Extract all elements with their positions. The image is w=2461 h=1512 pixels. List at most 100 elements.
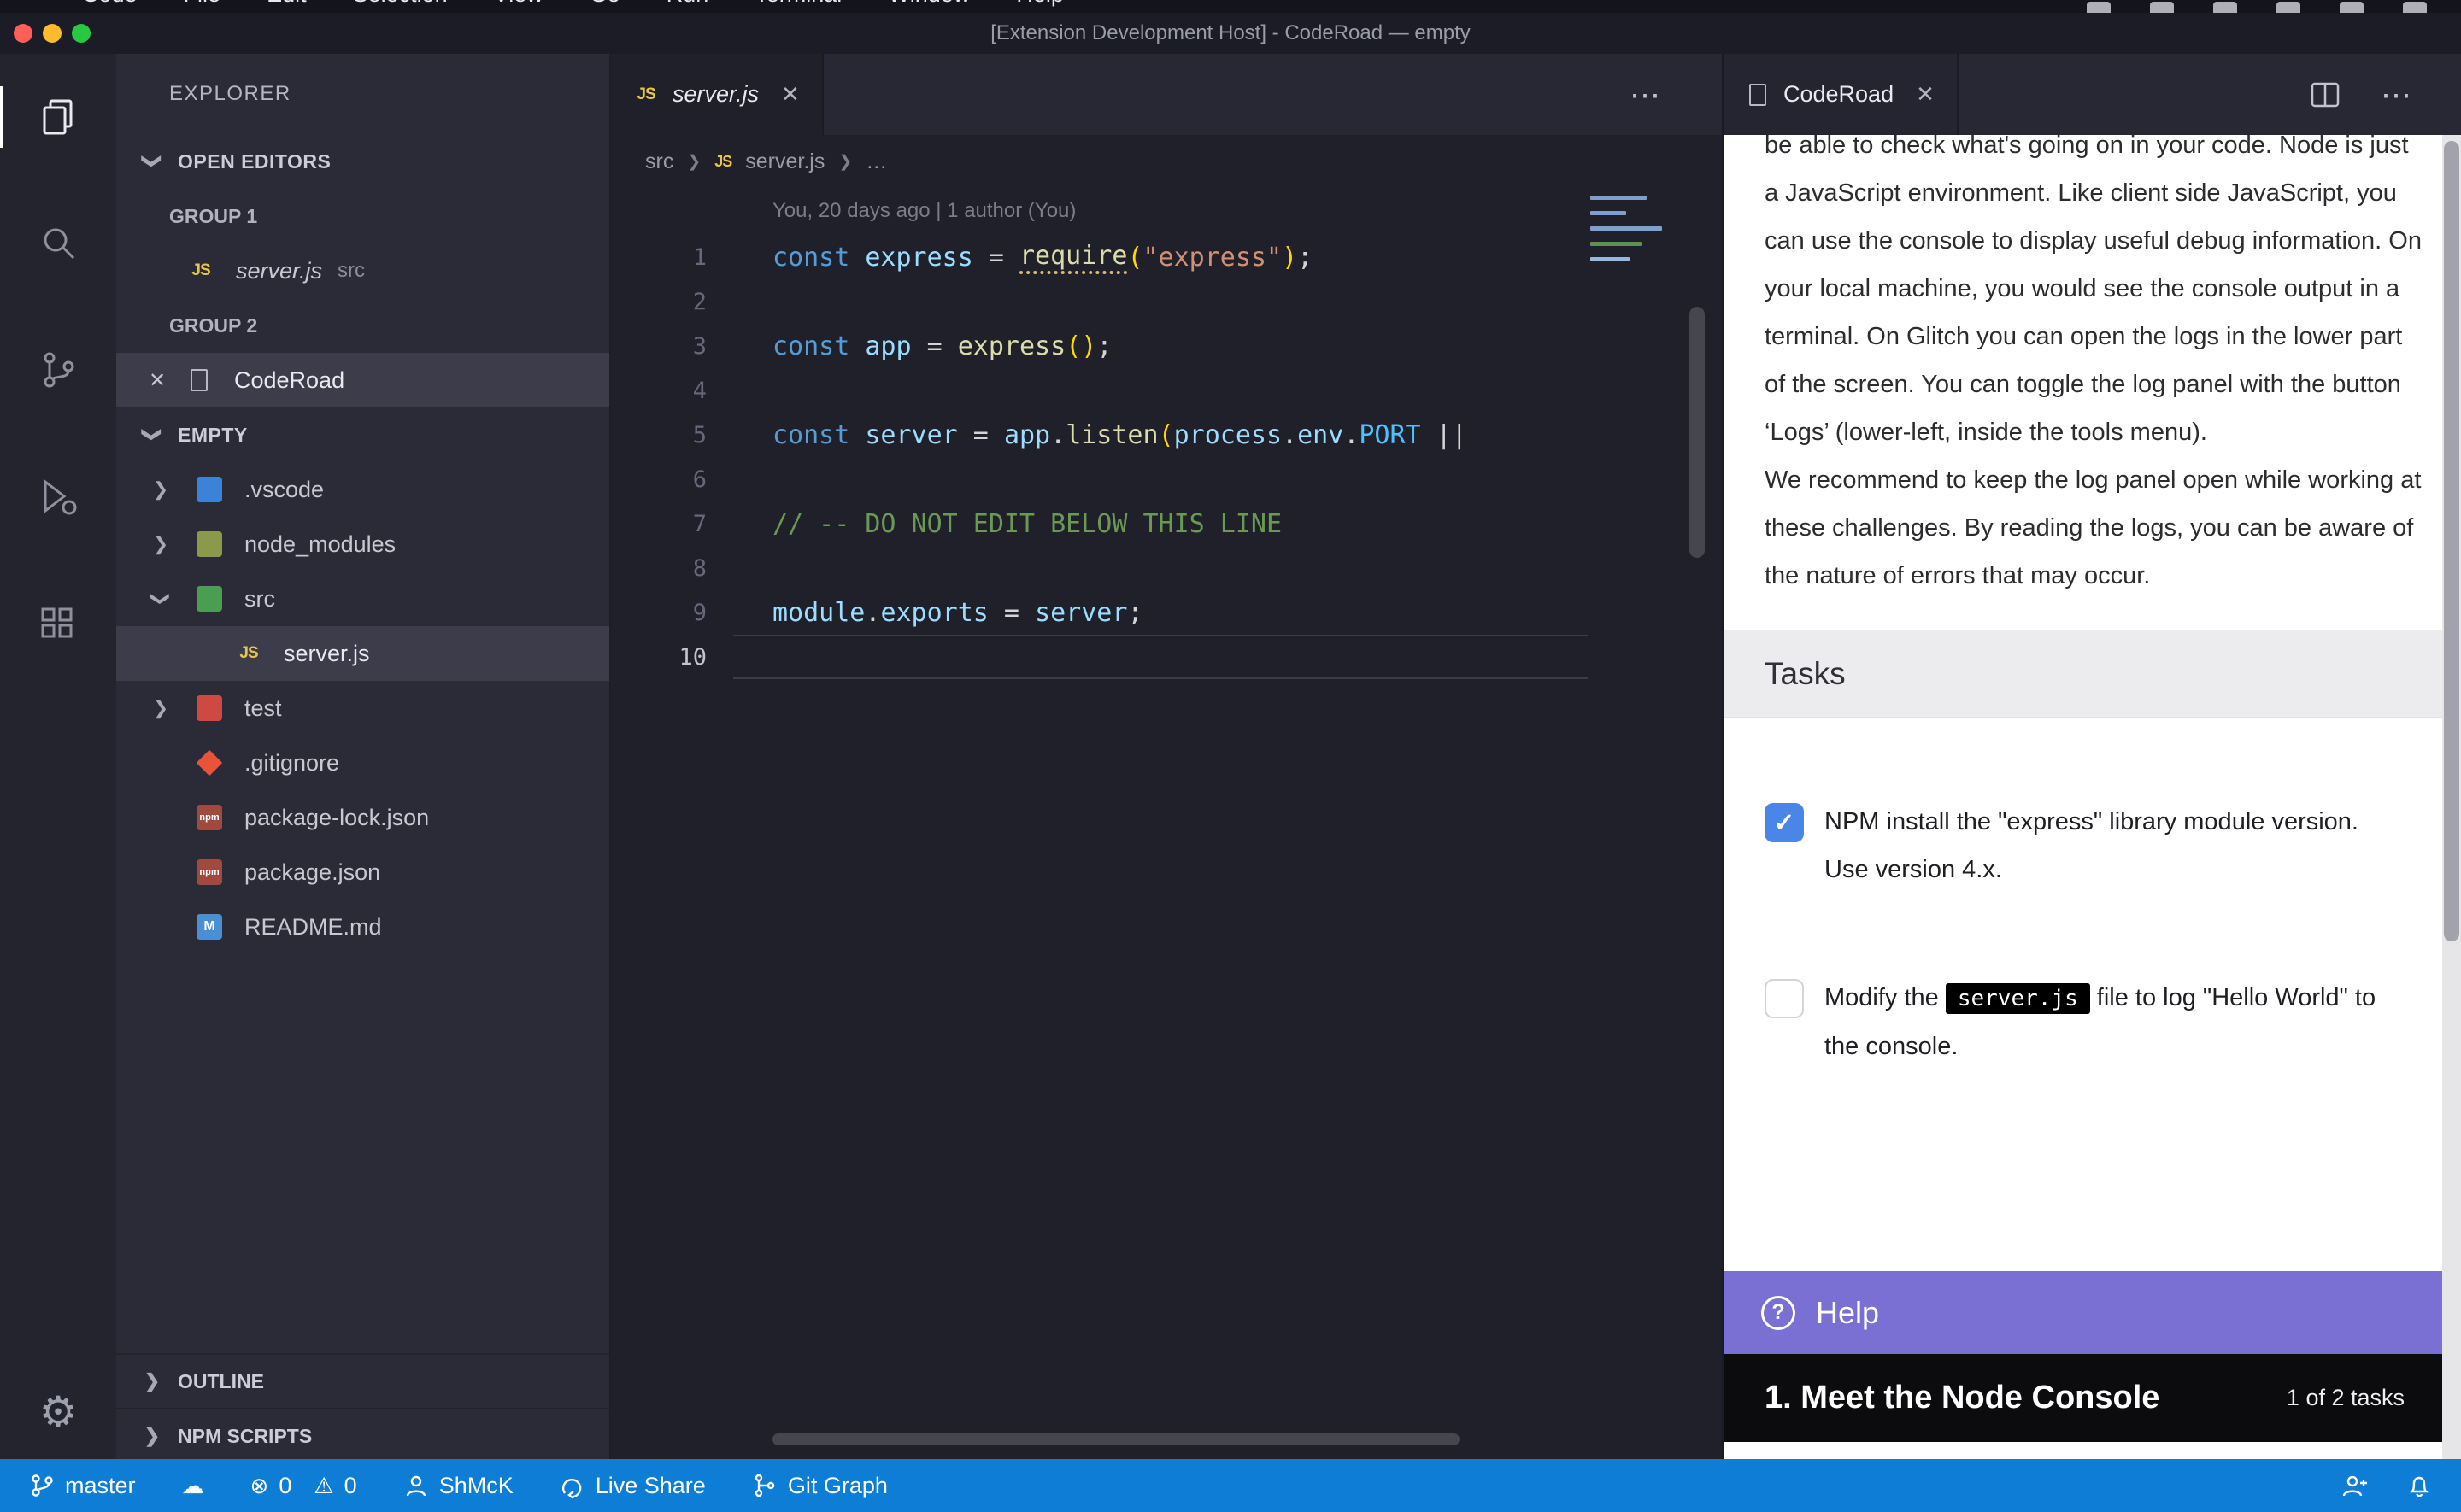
file-name: package.json	[244, 859, 380, 886]
code-text	[733, 635, 1588, 679]
menubar-status-icon	[2340, 2, 2364, 13]
tab-server-js[interactable]: JS server.js ✕	[611, 54, 824, 135]
code-line[interactable]: 2	[611, 279, 1722, 324]
panel-scrollbar[interactable]	[2442, 135, 2461, 1459]
explorer-item[interactable]: ❯npmpackage.json	[116, 845, 609, 900]
menu-item[interactable]: View	[494, 0, 543, 11]
coderoad-user-button[interactable]: ShMcK	[403, 1473, 514, 1499]
code-line[interactable]: 3const app = express();	[611, 324, 1722, 368]
chevron-icon: ❯	[142, 478, 179, 501]
explorer-activity-button[interactable]	[0, 54, 116, 180]
explorer-item[interactable]: ❯.gitignore	[116, 735, 609, 790]
split-editor-icon[interactable]	[2311, 82, 2340, 108]
live-share-button[interactable]: Live Share	[560, 1473, 706, 1499]
git-graph-button[interactable]: Git Graph	[752, 1473, 888, 1499]
menu-item[interactable]: Edit	[267, 0, 307, 11]
editor-horizontal-scrollbar[interactable]	[772, 1433, 1460, 1445]
explorer-item[interactable]: ❯src	[116, 571, 609, 626]
editor-more-actions-button[interactable]: ⋯	[1630, 77, 1662, 113]
explorer-item[interactable]: ❯test	[116, 681, 609, 735]
code-line[interactable]: 10	[611, 635, 1722, 679]
outline-section-header[interactable]: ❯ OUTLINE	[116, 1353, 609, 1408]
task-checkbox[interactable]: ✓	[1765, 803, 1804, 842]
open-editor-coderoad[interactable]: ✕ CodeRoad	[116, 353, 609, 407]
minimap[interactable]	[1590, 196, 1669, 265]
zoom-window-button[interactable]	[72, 24, 91, 43]
file-name: node_modules	[244, 531, 396, 558]
live-share-contacts-button[interactable]	[2341, 1473, 2369, 1498]
panel-scrollbar-thumb[interactable]	[2444, 141, 2459, 941]
open-editor-name: CodeRoad	[234, 367, 344, 394]
menu-item[interactable]: Code	[82, 0, 138, 11]
breadcrumb[interactable]: src ❯ JS server.js ❯ …	[611, 135, 1722, 189]
git-file-icon	[197, 750, 223, 777]
breadcrumb-folder[interactable]: src	[645, 149, 673, 174]
task-checkbox[interactable]	[1765, 979, 1804, 1018]
menu-item[interactable]: Terminal	[755, 0, 842, 11]
chevron-down-icon: ❯	[141, 143, 163, 180]
code-line[interactable]: 6	[611, 457, 1722, 501]
js-file-icon: JS	[633, 82, 659, 108]
explorer-item[interactable]: ❯node_modules	[116, 517, 609, 571]
explorer-item[interactable]: ❯MREADME.md	[116, 900, 609, 954]
git-branch-indicator[interactable]: master	[29, 1473, 136, 1499]
breadcrumb-more[interactable]: …	[866, 149, 887, 174]
close-icon[interactable]: ✕	[1916, 81, 1935, 108]
live-share-icon	[560, 1473, 585, 1498]
warning-icon: ⚠	[314, 1473, 333, 1499]
sync-status-icon[interactable]: ☁	[182, 1473, 204, 1499]
source-control-activity-button[interactable]	[0, 307, 116, 433]
open-editors-section-header[interactable]: ❯ OPEN EDITORS	[116, 134, 609, 189]
explorer-item[interactable]: ❯JSserver.js	[116, 626, 609, 681]
close-icon[interactable]: ✕	[781, 81, 800, 108]
file-name: .vscode	[244, 477, 324, 503]
chevron-down-icon: ❯	[141, 416, 163, 454]
problems-indicator[interactable]: ⊗ 0 ⚠ 0	[250, 1473, 357, 1499]
code-line[interactable]: 9module.exports = server;	[611, 590, 1722, 635]
lesson-footer[interactable]: 1. Meet the Node Console 1 of 2 tasks	[1724, 1354, 2442, 1442]
search-activity-button[interactable]	[0, 180, 116, 307]
line-number: 2	[611, 289, 707, 315]
editor-group-1-label: GROUP 1	[116, 189, 609, 243]
explorer-item[interactable]: ❯npmpackage-lock.json	[116, 790, 609, 845]
menu-item[interactable]: File	[184, 0, 221, 11]
menu-item[interactable]: Window	[888, 0, 970, 11]
menu-item[interactable]: Selection	[353, 0, 448, 11]
code-line[interactable]: 7// -- DO NOT EDIT BELOW THIS LINE	[611, 501, 1722, 546]
explorer-item[interactable]: ❯ .vscode	[116, 462, 609, 517]
code-editor[interactable]: You, 20 days ago | 1 author (You) 1const…	[611, 189, 1722, 1459]
lesson-text: be able to check what's going on in your…	[1765, 135, 2424, 600]
tasks-header: Tasks	[1724, 630, 2442, 718]
code-line[interactable]: 1const express = require("express");	[611, 235, 1722, 279]
open-editor-server-js[interactable]: JS server.js src	[116, 243, 609, 298]
title-bar: [Extension Development Host] - CodeRoad …	[0, 13, 2461, 54]
extensions-activity-button[interactable]	[0, 560, 116, 686]
chevron-right-icon: ❯	[687, 152, 701, 172]
menu-item[interactable]: Go	[590, 0, 620, 11]
minimize-window-button[interactable]	[43, 24, 62, 43]
notifications-bell-button[interactable]	[2406, 1473, 2432, 1498]
editor-vertical-scrollbar[interactable]	[1689, 307, 1705, 558]
task-text: Modify the server.js file to log "Hello …	[1824, 974, 2388, 1070]
npm-file-icon: npm	[197, 805, 222, 830]
breadcrumb-file[interactable]: server.js	[745, 149, 825, 174]
code-line[interactable]: 5const server = app.listen(process.env.P…	[611, 413, 1722, 457]
error-icon: ⊗	[250, 1473, 269, 1499]
workspace-section-header[interactable]: ❯ EMPTY	[116, 407, 609, 462]
close-window-button[interactable]	[14, 24, 32, 43]
line-number: 3	[611, 333, 707, 360]
chevron-icon: ❯	[142, 697, 179, 719]
close-icon[interactable]: ✕	[145, 368, 169, 393]
help-section-header[interactable]: ? Help	[1724, 1271, 2442, 1354]
tab-coderoad[interactable]: CodeRoad ✕	[1724, 54, 1959, 135]
menu-item[interactable]: Help	[1016, 0, 1064, 11]
menu-item[interactable]: Run	[667, 0, 709, 11]
code-line[interactable]: 8	[611, 546, 1722, 590]
panel-more-actions-button[interactable]: ⋯	[2381, 77, 2413, 113]
run-debug-activity-button[interactable]	[0, 433, 116, 560]
npm-scripts-section-header[interactable]: ❯ NPM SCRIPTS	[116, 1408, 609, 1459]
code-line[interactable]: 4	[611, 368, 1722, 413]
code-text: const express = require("express");	[733, 235, 1588, 279]
line-number: 9	[611, 600, 707, 626]
settings-gear-icon[interactable]: ⚙	[0, 1387, 116, 1437]
